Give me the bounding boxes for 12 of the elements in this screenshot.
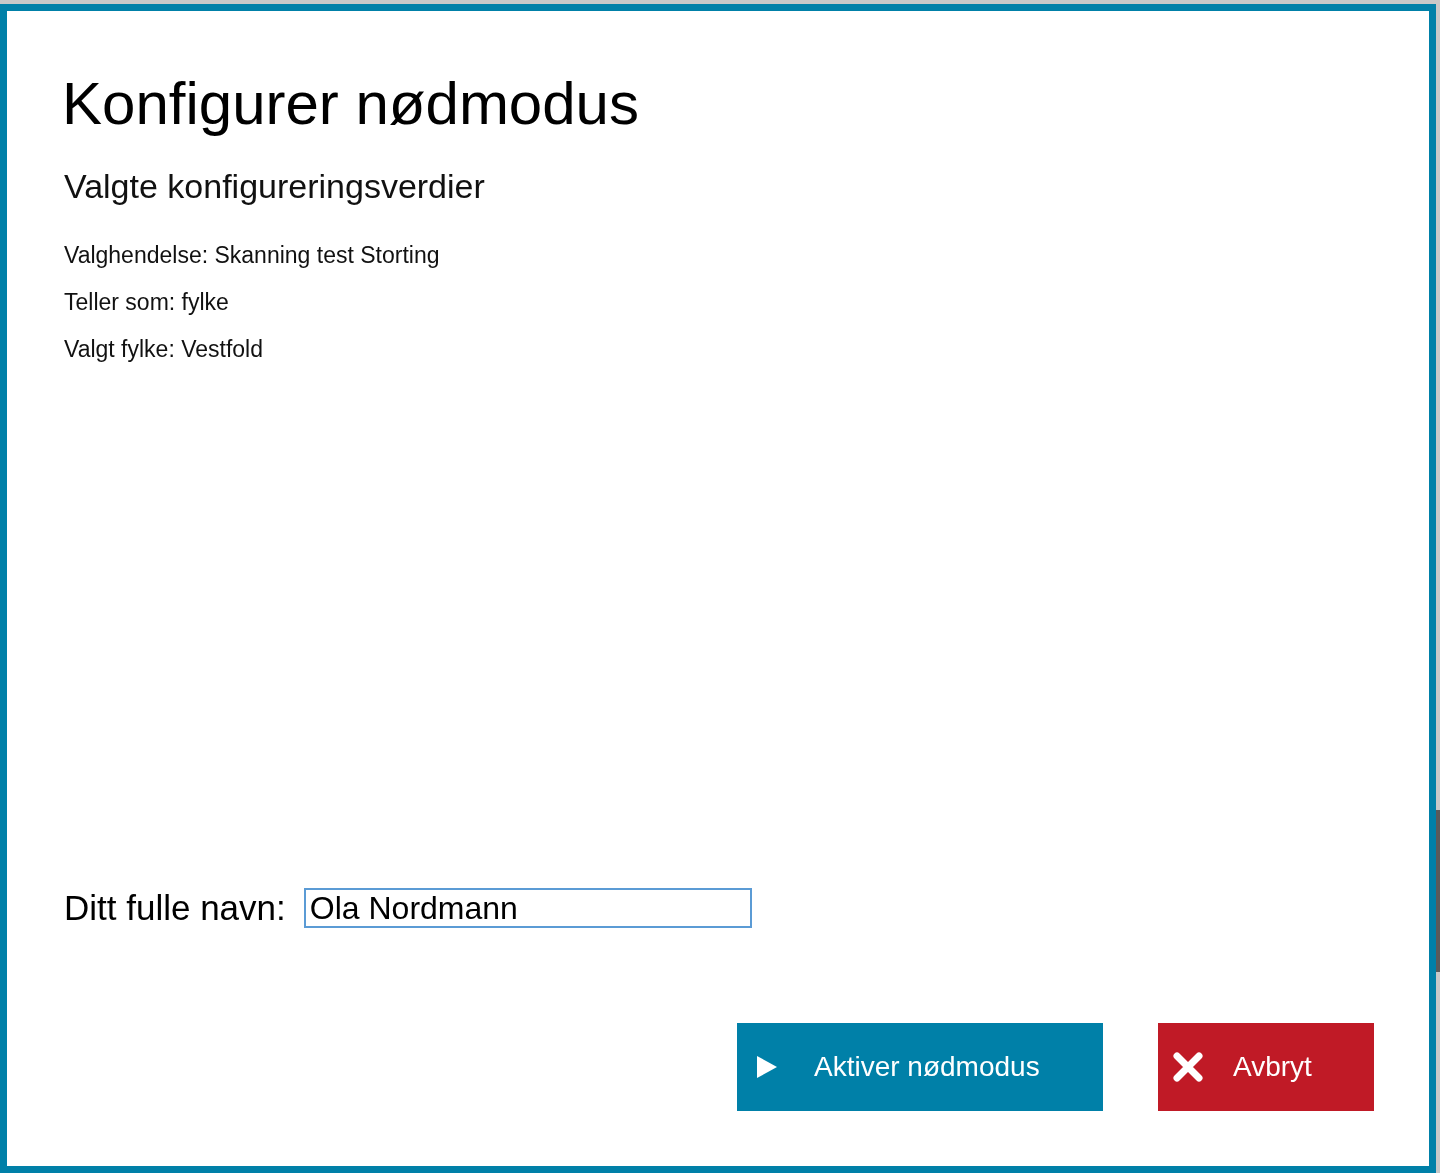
dialog-title: Konfigurer nødmodus	[62, 74, 640, 134]
name-input-field[interactable]: Ola Nordmann	[303, 888, 752, 928]
name-label: Ditt fulle navn:	[64, 888, 286, 928]
scrollbar-thumb[interactable]	[1436, 810, 1440, 972]
section-heading: Valgte konfigureringsverdier	[64, 166, 486, 206]
play-icon	[757, 1056, 777, 1078]
activate-button[interactable]: Aktiver nødmodus	[737, 1023, 1103, 1111]
config-value: Valghendelse: Skanning test Storting	[64, 241, 441, 270]
cancel-button[interactable]: Avbryt	[1158, 1023, 1374, 1111]
config-value: Teller som: fylke	[64, 288, 230, 317]
config-value: Valgt fylke: Vestfold	[64, 335, 264, 364]
close-icon	[1173, 1052, 1203, 1082]
